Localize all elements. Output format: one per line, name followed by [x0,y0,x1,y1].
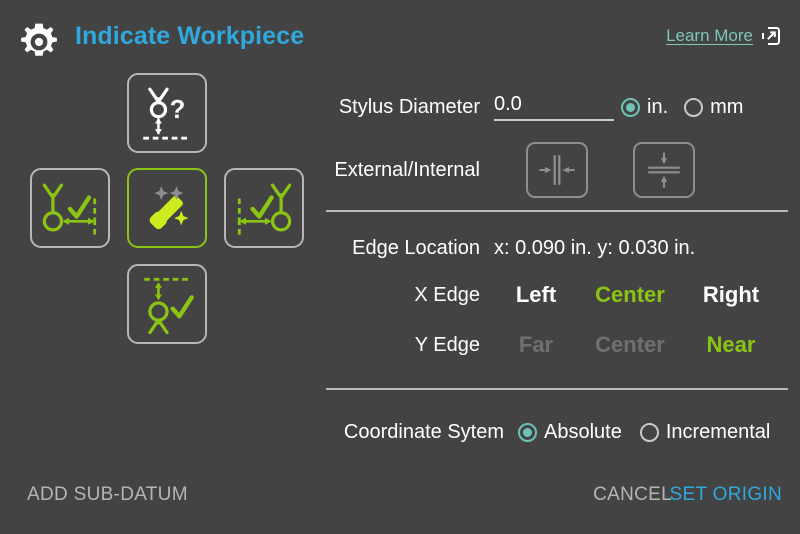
indicate-workpiece-dialog: Indicate Workpiece Learn More ? Stylus D… [0,0,800,534]
internal-measure-icon [635,144,693,196]
dialog-footer: ADD SUB-DATUM CANCEL SET ORIGIN [0,468,800,534]
internal-measure-button[interactable] [633,142,695,198]
radio-millimeters[interactable] [684,97,704,117]
y-edge-option-far[interactable]: Far [494,332,578,358]
radio-inches[interactable] [621,97,640,117]
divider-bottom [326,388,788,390]
divider-top [326,210,788,212]
coordinate-system-row: Coordinate Sytem Absolute Incremental [318,408,788,456]
edge-location-row: Edge Location x: 0.090 in. y: 0.030 in. [318,226,788,270]
add-sub-datum-button[interactable]: ADD SUB-DATUM [27,484,188,506]
learn-more-label: Learn More [666,26,753,45]
cancel-button[interactable]: CANCEL [593,484,672,506]
learn-more-link[interactable]: Learn More [666,26,780,46]
x-edge-label: X Edge [414,283,480,306]
settings-panel: Stylus Diameter 0.0 in. mm External/Inte… [318,84,788,456]
external-measure-icon [528,144,586,196]
radio-absolute-label: Absolute [544,420,622,443]
edge-location-value: x: 0.090 in. y: 0.030 in. [494,236,696,259]
svg-text:?: ? [170,96,186,124]
page-title: Indicate Workpiece [75,22,305,50]
magic-wand-icon [129,170,205,246]
x-edge-option-center[interactable]: Center [578,282,682,308]
external-measure-button[interactable] [526,142,588,198]
probe-mode-unknown-edge[interactable]: ? [127,73,207,153]
dialog-header: Indicate Workpiece Learn More [0,0,800,70]
x-edge-option-right[interactable]: Right [682,282,780,308]
probe-y-edge-near-icon [129,266,205,342]
radio-incremental[interactable] [639,422,659,442]
external-internal-label: External/Internal [334,158,480,181]
radio-absolute[interactable] [518,422,537,442]
probe-mode-y-edge-near[interactable] [127,264,207,344]
radio-incremental-label: Incremental [665,420,771,443]
coordinate-system-label: Coordinate Sytem [343,420,504,443]
y-edge-label: Y Edge [414,333,480,356]
radio-inches-label: in. [647,95,669,118]
external-link-icon [762,27,780,45]
x-edge-row: X Edge Left Center Right [318,270,788,320]
stylus-unit-millimeters[interactable]: mm [684,96,743,119]
gear-icon [16,19,62,65]
stylus-diameter-row: Stylus Diameter 0.0 in. mm [318,84,788,130]
probe-x-edge-right-icon [226,170,302,246]
probe-mode-selector: ? [22,68,312,368]
external-internal-row: External/Internal [318,130,788,210]
probe-mode-x-edge-left[interactable] [30,168,110,248]
coordinate-system-absolute[interactable]: Absolute [518,421,622,444]
coordinate-system-incremental[interactable]: Incremental [639,420,771,444]
stylus-unit-inches[interactable]: in. [621,96,668,119]
probe-mode-x-edge-right[interactable] [224,168,304,248]
set-origin-button[interactable]: SET ORIGIN [670,484,782,506]
probe-unknown-edge-icon: ? [129,75,205,151]
y-edge-row: Y Edge Far Center Near [318,320,788,370]
probe-x-edge-left-icon [32,170,108,246]
radio-millimeters-label: mm [710,95,744,118]
y-edge-option-near[interactable]: Near [682,332,780,358]
probe-mode-auto-detect[interactable] [127,168,207,248]
edge-location-label: Edge Location [352,236,480,259]
stylus-diameter-label: Stylus Diameter [338,95,480,118]
y-edge-option-center[interactable]: Center [578,332,682,358]
stylus-diameter-input[interactable]: 0.0 [494,93,614,121]
x-edge-option-left[interactable]: Left [494,282,578,308]
